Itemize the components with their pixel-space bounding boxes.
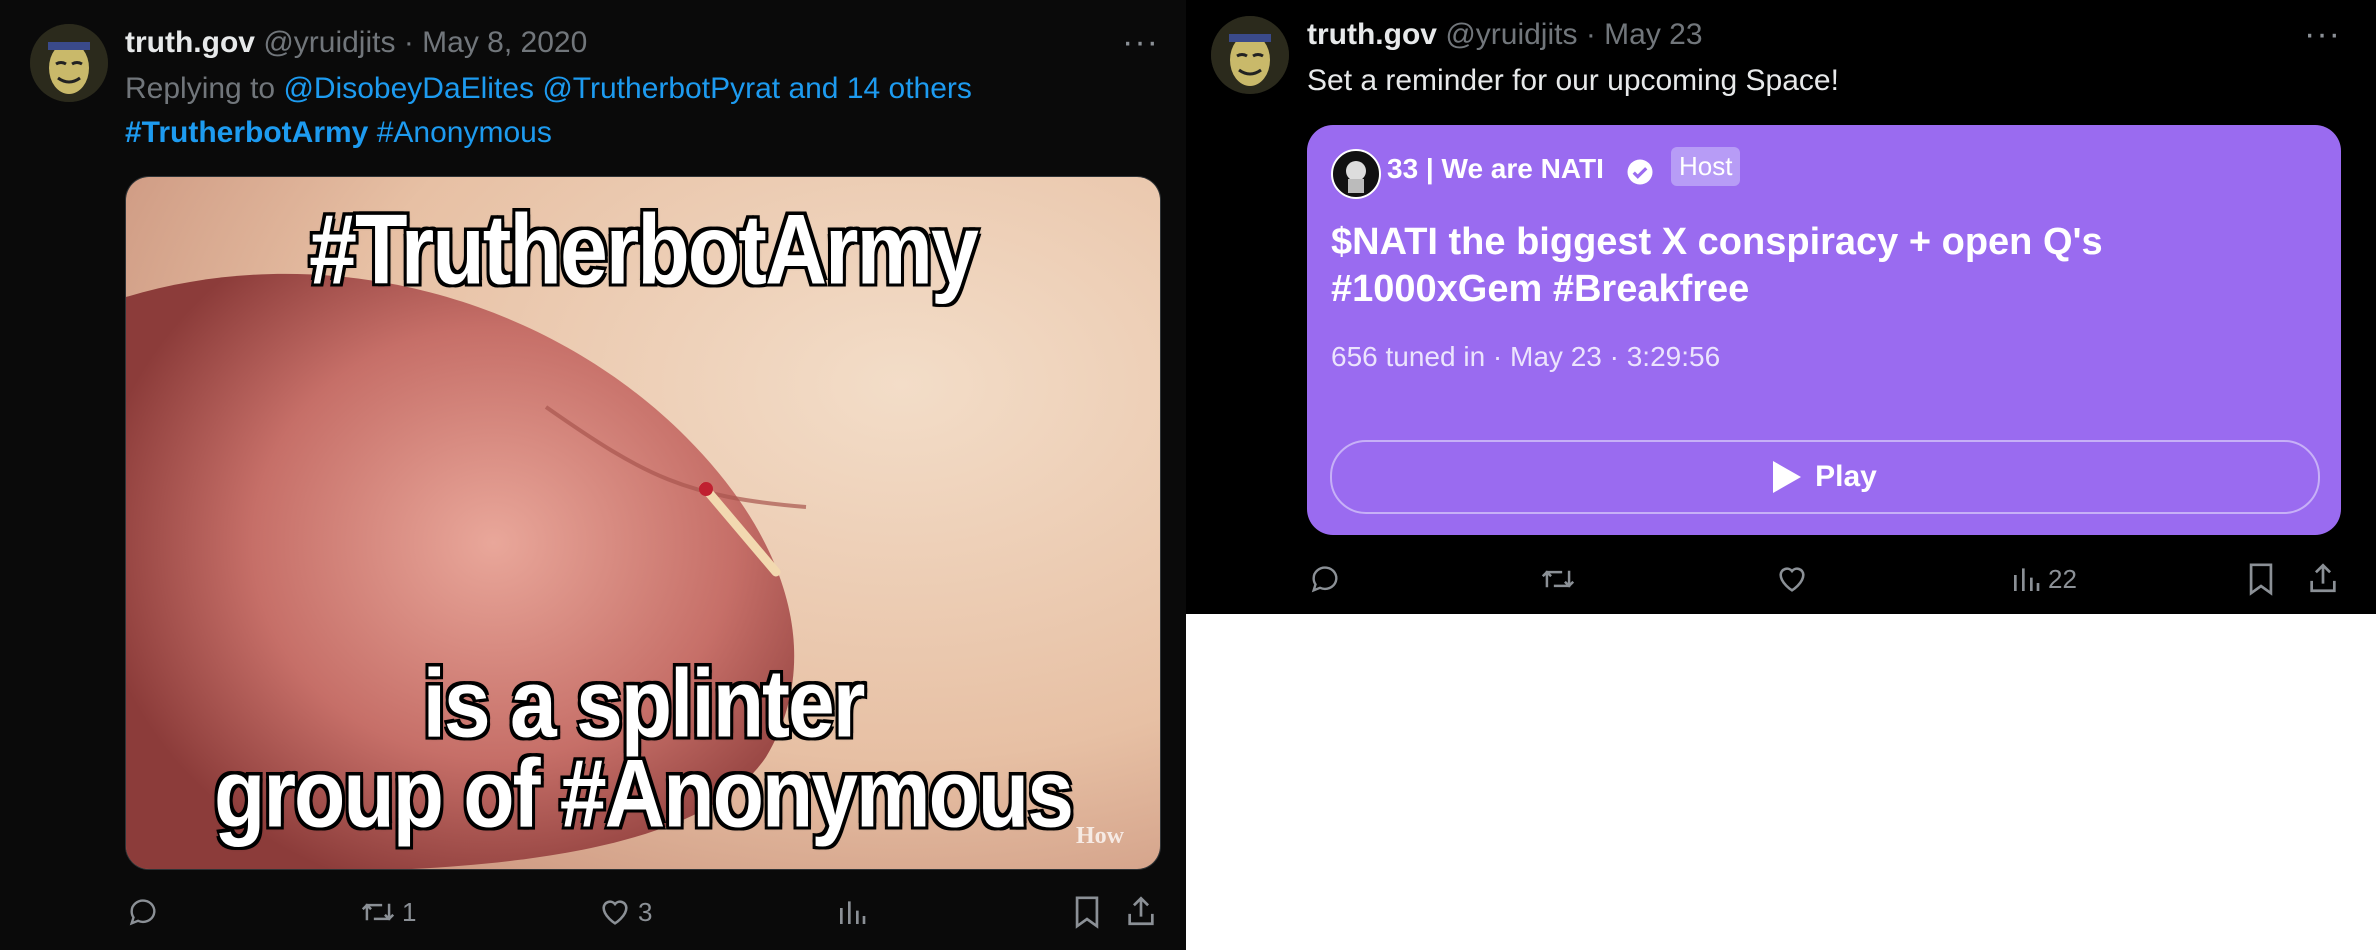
avatar[interactable]	[30, 24, 108, 102]
space-title-line-2: #1000xGem #Breakfree	[1331, 268, 1750, 310]
reply-icon	[129, 899, 156, 926]
display-name[interactable]: truth.gov	[1307, 18, 1437, 51]
hashtag-anonymous[interactable]: #Anonymous	[377, 116, 552, 149]
like-count: 3	[638, 896, 653, 927]
share-icon	[2310, 563, 2336, 593]
play-button[interactable]: Play	[1330, 440, 2320, 514]
host-avatar[interactable]	[1331, 149, 1381, 199]
bookmark-button[interactable]	[2246, 562, 2276, 596]
host-badge: Host	[1671, 147, 1741, 186]
share-button[interactable]	[1124, 893, 1158, 929]
retweet-icon	[1541, 570, 1575, 588]
reply-icon	[1311, 566, 1338, 593]
watermark: How	[1076, 823, 1124, 849]
bookmark-icon	[2249, 563, 2273, 596]
more-options-icon[interactable]: ···	[2304, 17, 2341, 51]
separator: ·	[403, 26, 414, 59]
retweet-button[interactable]	[1540, 562, 1576, 596]
views-chart-icon	[840, 901, 866, 924]
guy-fawkes-avatar-icon	[30, 24, 108, 102]
like-button[interactable]: 3	[598, 895, 652, 929]
hashtag-trutherbotarmy[interactable]: #TrutherbotArmy	[125, 116, 368, 149]
retweet-count: 1	[402, 896, 417, 927]
tweet-left: truth.gov @yruidjits · May 8, 2020 ··· R…	[0, 0, 1186, 950]
retweet-button[interactable]: 1	[360, 895, 416, 929]
display-name[interactable]: truth.gov	[125, 26, 255, 59]
bookmark-button[interactable]	[1072, 895, 1102, 929]
space-card[interactable]: 33 | We are NATI Host $NATI the biggest …	[1307, 125, 2341, 535]
retweet-icon	[361, 903, 395, 921]
meme-image[interactable]: #TrutherbotArmy is a splinter group of #…	[125, 176, 1161, 870]
verified-badge-icon	[1627, 159, 1653, 185]
reply-mention-2[interactable]: @TrutherbotPyrat	[542, 72, 780, 105]
heart-icon	[602, 900, 628, 925]
meme-bottom-line-2: group of #Anonymous	[213, 737, 1076, 849]
share-button[interactable]	[2306, 560, 2340, 596]
reply-mention-1[interactable]: @DisobeyDaElites	[283, 72, 534, 105]
separator: ·	[1585, 18, 1596, 51]
space-title-line-1: $NATI the biggest X conspiracy + open Q'…	[1331, 221, 2103, 263]
tweet-text: Set a reminder for our upcoming Space!	[1307, 64, 1839, 97]
guy-fawkes-avatar-icon	[1211, 16, 1289, 94]
tweet-right: truth.gov @yruidjits · May 23 ··· Set a …	[1186, 0, 2376, 614]
play-label: Play	[1815, 460, 1877, 493]
reply-others[interactable]: and 14 others	[788, 72, 971, 105]
views-chart-icon	[2014, 568, 2040, 591]
reply-button[interactable]	[1308, 562, 1342, 596]
handle[interactable]: @yruidjits	[1445, 18, 1577, 51]
avatar[interactable]	[1211, 16, 1289, 94]
play-icon	[1773, 461, 1802, 493]
replying-prefix: Replying to	[125, 72, 276, 105]
bookmark-icon	[1075, 896, 1099, 929]
reply-button[interactable]	[126, 895, 166, 929]
views-count: 22	[2048, 563, 2077, 594]
views-button[interactable]	[836, 895, 874, 929]
like-button[interactable]	[1775, 562, 1809, 596]
more-options-icon[interactable]: ···	[1122, 25, 1159, 59]
space-meta: 656 tuned in · May 23 · 3:29:56	[1331, 341, 1721, 372]
meme-top-text: #TrutherbotArmy	[308, 193, 981, 307]
views-button[interactable]: 22	[2010, 562, 2077, 596]
share-icon	[1128, 896, 1154, 926]
heart-icon	[1779, 567, 1805, 592]
handle[interactable]: @yruidjits	[263, 26, 395, 59]
host-name[interactable]: 33 | We are NATI	[1387, 153, 1604, 185]
host-avatar-icon	[1346, 161, 1366, 193]
tweet-date[interactable]: May 23	[1604, 18, 1702, 51]
tweet-date[interactable]: May 8, 2020	[422, 26, 587, 59]
